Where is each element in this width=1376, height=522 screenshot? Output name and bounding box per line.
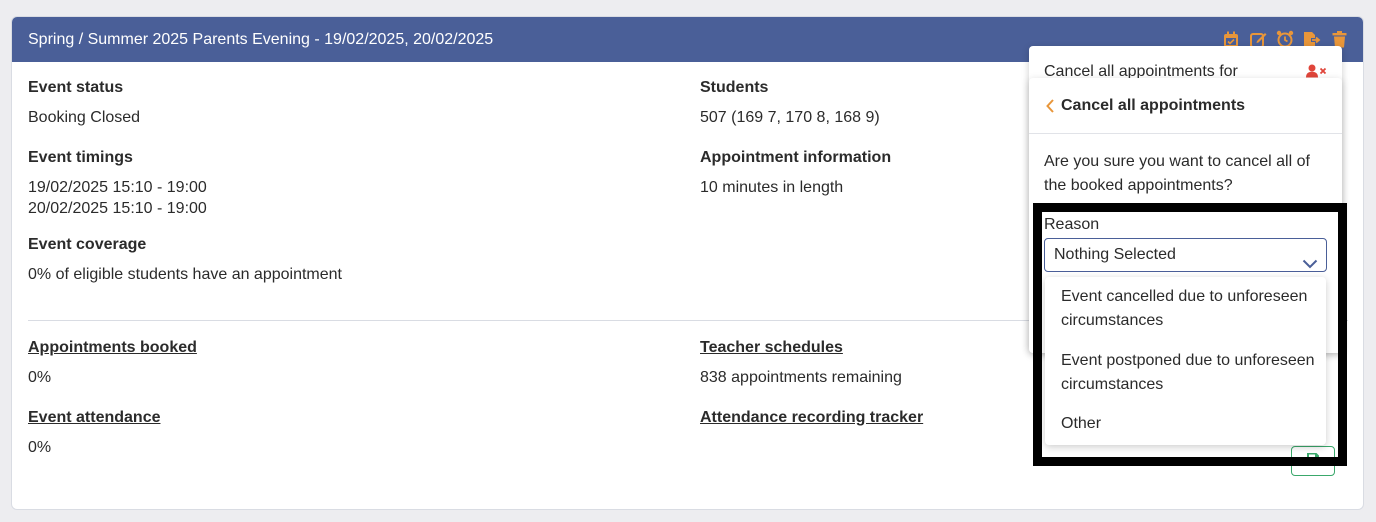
back-to-options-button[interactable]: Cancel all appointments xyxy=(1029,78,1342,134)
event-timings-label: Event timings xyxy=(28,149,133,166)
event-attendance-link[interactable]: Event attendance xyxy=(28,409,160,427)
appointments-booked-value: 0% xyxy=(28,369,52,386)
chevron-left-icon xyxy=(1045,98,1055,114)
save-icon xyxy=(1306,452,1320,471)
appointment-information-label: Appointment information xyxy=(700,149,892,166)
reason-select-value: Nothing Selected xyxy=(1054,246,1176,263)
confirm-question: Are you sure you want to cancel all of t… xyxy=(1044,153,1310,194)
event-coverage-value: 0% of eligible students have an appointm… xyxy=(28,266,342,283)
event-timing-line-2: 20/02/2025 15:10 - 19:00 xyxy=(28,200,207,217)
reason-dropdown: Event cancelled due to unforeseen circum… xyxy=(1045,277,1326,445)
event-status-value: Booking Closed xyxy=(28,109,141,126)
event-timing-line-1: 19/02/2025 15:10 - 19:00 xyxy=(28,179,207,196)
students-label: Students xyxy=(700,79,769,96)
appointments-booked-link[interactable]: Appointments booked xyxy=(28,339,197,357)
save-button[interactable] xyxy=(1291,446,1335,476)
appointment-information-value: 10 minutes in length xyxy=(700,179,844,196)
teacher-schedules-link[interactable]: Teacher schedules xyxy=(700,339,843,357)
popover-title: Cancel all appointments xyxy=(1061,96,1246,114)
reason-label: Reason xyxy=(1044,216,1100,233)
event-attendance-value: 0% xyxy=(28,439,52,456)
attendance-tracker-link[interactable]: Attendance recording tracker xyxy=(700,409,923,427)
reason-option[interactable]: Event cancelled due to unforeseen circum… xyxy=(1061,285,1316,333)
teacher-schedules-value: 838 appointments remaining xyxy=(700,369,902,386)
event-title: Spring / Summer 2025 Parents Evening - 1… xyxy=(28,31,494,48)
reason-select[interactable]: Nothing Selected xyxy=(1044,238,1327,272)
students-value: 507 (169 7, 170 8, 168 9) xyxy=(700,109,880,126)
reason-option[interactable]: Other xyxy=(1061,412,1316,436)
event-coverage-label: Event coverage xyxy=(28,236,147,253)
event-status-label: Event status xyxy=(28,79,124,96)
reason-option[interactable]: Event postponed due to unforeseen circum… xyxy=(1061,349,1316,397)
